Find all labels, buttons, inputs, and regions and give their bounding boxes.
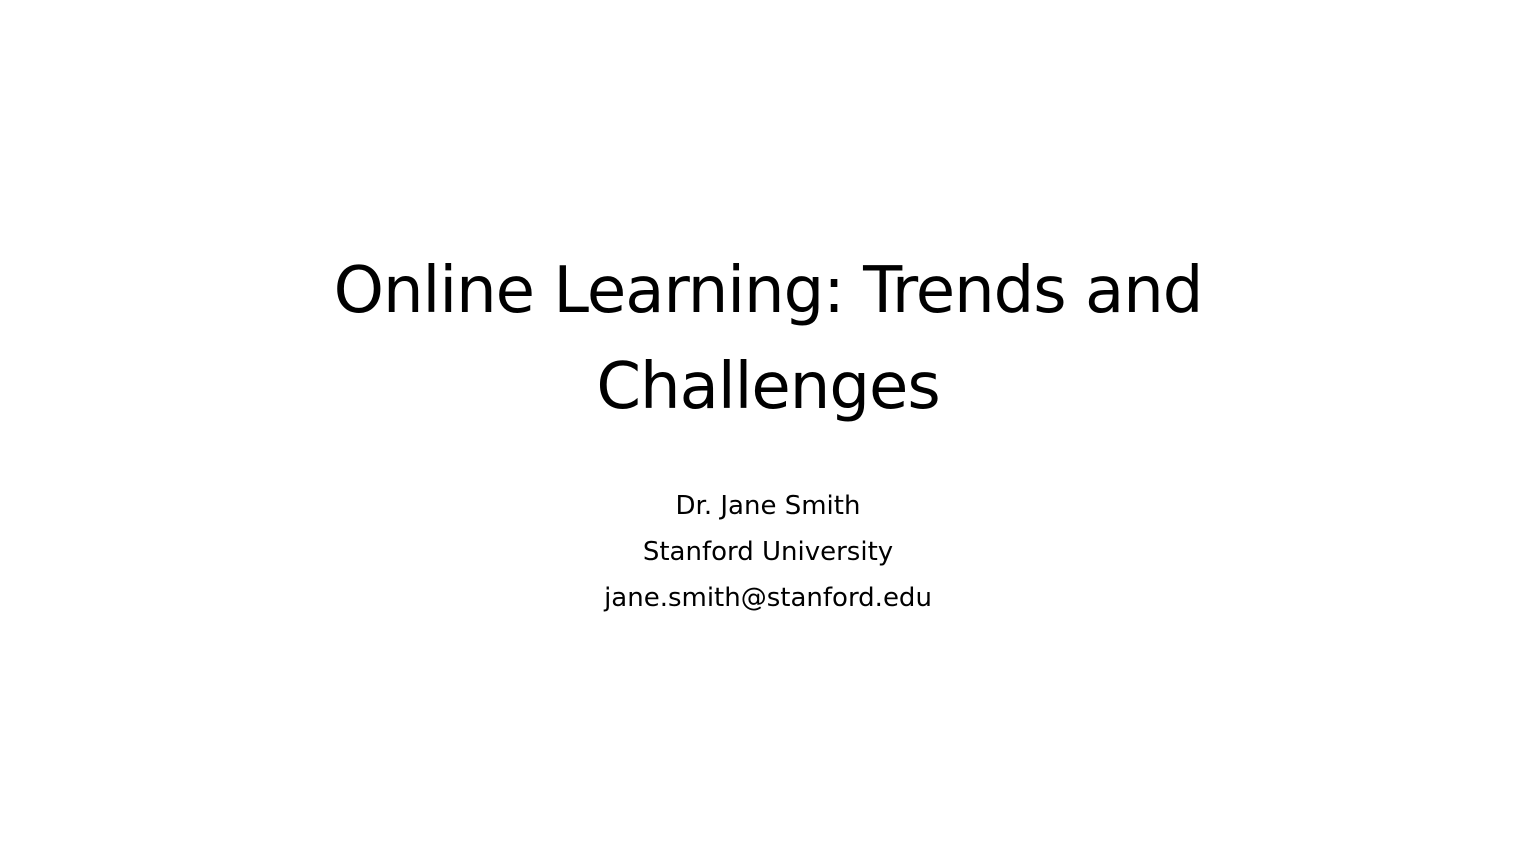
- title-slide: Online Learning: Trends and Challenges D…: [0, 0, 1536, 864]
- author-affiliation: Stanford University: [642, 537, 894, 567]
- slide-title: Online Learning: Trends and Challenges: [220, 243, 1316, 435]
- slide-subtitle: Dr. Jane Smith Stanford University jane.…: [368, 483, 1168, 621]
- author-email: jane.smith@stanford.edu: [604, 583, 932, 613]
- slide-title-line-2: Challenges: [596, 350, 940, 424]
- author-name: Dr. Jane Smith: [675, 491, 861, 521]
- slide-title-line-1: Online Learning: Trends and: [333, 254, 1204, 328]
